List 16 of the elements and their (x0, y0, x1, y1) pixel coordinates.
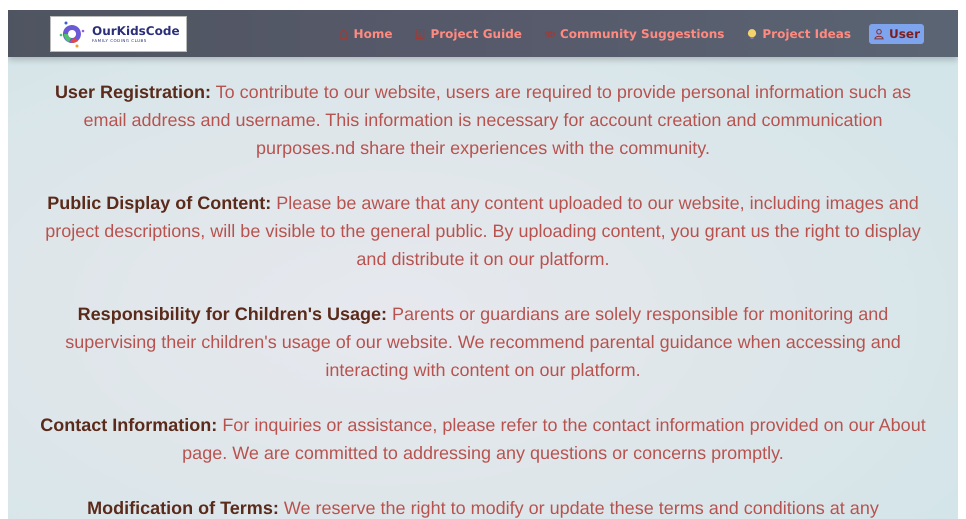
nav-link[interactable]: Home (334, 24, 396, 44)
lightbulb-icon (746, 28, 758, 40)
document-icon (414, 28, 426, 40)
terms-paragraph: Modification of Terms: We reserve the right to modify or update these terms and conditions at any (87, 497, 879, 519)
home-icon (338, 28, 350, 40)
nav-link[interactable]: Community Suggestions (540, 24, 728, 44)
user-icon (873, 28, 886, 40)
terms-paragraph: Public Display of Content: Please be aware that any content uploaded to our website, including images and project descriptions, will be visible to the general public. By uploading content, you grant us the right to display and distribute it on our platform. (44, 192, 922, 271)
nav-link[interactable]: User (869, 24, 924, 44)
nav-link[interactable]: Project Ideas (742, 24, 856, 44)
nav-link[interactable]: Project Guide (410, 24, 526, 44)
logo-name: OurKidsCode (92, 24, 180, 36)
logo-mark-icon (57, 20, 87, 48)
terms-paragraph: Responsibility for Children's Usage: Parents or guardians are solely responsible for monitoring and supervising their children's usage of our website. We recommend parental guidance when accessing and interacting with content on our platform. (64, 303, 902, 382)
terms-paragraph: Contact Information: For inquiries or assistance, please refer to the contact information provided on our About page. We are committed to addressing any questions or concerns promptly. (39, 414, 927, 465)
terms-paragraph: User Registration: To contribute to our website, users are required to provide personal information such as email address and username. This information is necessary for account creation and communication purposes.nd share their experiences with the community. (54, 81, 912, 160)
